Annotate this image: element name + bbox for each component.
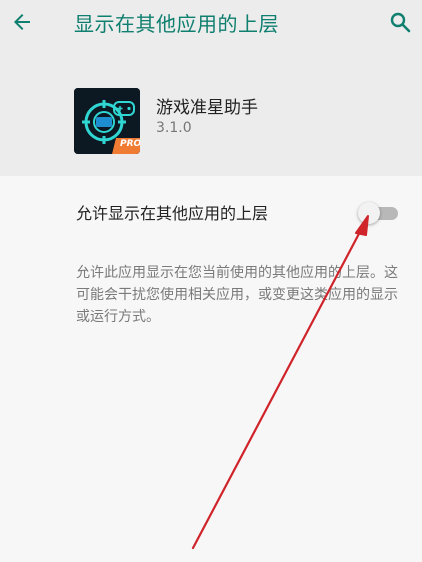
arrow-left-icon [14, 14, 30, 30]
app-info-header: PRO 游戏准星助手 3.1.0 [0, 44, 422, 176]
back-button[interactable] [8, 8, 36, 36]
app-bar: 显示在其他应用的上层 [0, 0, 422, 44]
overlay-permission-toggle[interactable] [358, 201, 402, 225]
page-title: 显示在其他应用的上层 [74, 12, 279, 36]
app-name: 游戏准星助手 [156, 98, 258, 118]
permission-description: 允许此应用显示在您当前使用的其他应用的上层。这可能会干扰您使用相关应用，或变更这… [76, 265, 398, 325]
permission-content: 允许显示在其他应用的上层 允许此应用显示在您当前使用的其他应用的上层。这可能会干… [0, 176, 422, 562]
search-button[interactable] [386, 8, 414, 36]
search-icon [390, 12, 411, 33]
app-icon: PRO [74, 88, 140, 154]
toggle-thumb [358, 202, 380, 224]
permission-label: 允许显示在其他应用的上层 [76, 204, 269, 223]
permission-row[interactable]: 允许显示在其他应用的上层 [0, 186, 422, 234]
app-version: 3.1.0 [156, 120, 192, 136]
pro-badge: PRO [120, 139, 140, 149]
